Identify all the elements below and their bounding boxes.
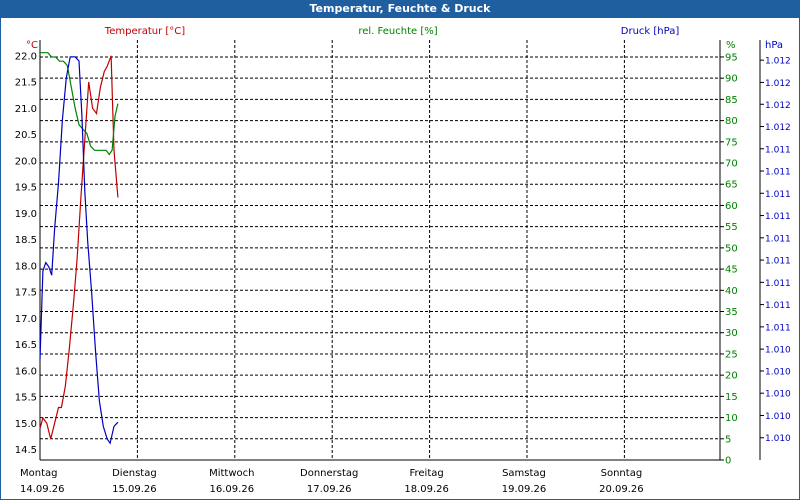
temperature-tick-label: 17.0 bbox=[15, 314, 37, 325]
temperature-tick-label: 18.0 bbox=[15, 261, 37, 272]
x-tick-date: 20.09.26 bbox=[599, 484, 644, 495]
pressure-tick-label: 1.011 bbox=[765, 212, 791, 222]
temperature-tick-label: 18.5 bbox=[15, 235, 37, 246]
x-tick-day: Samstag bbox=[502, 468, 546, 479]
pressure-unit-label: hPa bbox=[765, 40, 783, 51]
humidity-tick-label: 30 bbox=[725, 328, 738, 339]
x-tick-day: Mittwoch bbox=[209, 468, 254, 479]
pressure-tick-label: 1.010 bbox=[765, 346, 791, 356]
pressure-tick-label: 1.011 bbox=[765, 145, 791, 155]
humidity-tick-label: 55 bbox=[725, 222, 738, 233]
temperature-tick-label: 21.0 bbox=[15, 104, 37, 115]
pressure-tick-label: 1.011 bbox=[765, 257, 791, 267]
x-tick-day: Montag bbox=[20, 468, 57, 479]
humidity-tick-label: 85 bbox=[725, 95, 738, 106]
x-tick-day: Sonntag bbox=[601, 468, 643, 479]
temperature-unit-label: °C bbox=[26, 40, 38, 51]
humidity-tick-label: 60 bbox=[725, 201, 738, 212]
temperature-tick-label: 15.0 bbox=[15, 419, 37, 430]
humidity-unit-label: % bbox=[726, 40, 736, 51]
humidity-tick-label: 0 bbox=[725, 456, 731, 467]
humidity-tick-label: 50 bbox=[725, 243, 738, 254]
humidity-tick-label: 35 bbox=[725, 307, 738, 318]
x-tick-day: Donnerstag bbox=[300, 468, 358, 479]
pressure-axis-title: Druck [hPa] bbox=[621, 26, 680, 37]
chart-svg: Temperatur [°C] rel. Feuchte [%] Druck [… bbox=[15, 26, 791, 495]
series-line-pressure bbox=[39, 56, 119, 445]
temperature-tick-label: 22.0 bbox=[15, 51, 37, 62]
pressure-tick-label: 1.011 bbox=[765, 234, 791, 244]
pressure-tick-label: 1.010 bbox=[765, 434, 791, 444]
temperature-tick-label: 20.0 bbox=[15, 156, 37, 167]
temperature-tick-label: 19.0 bbox=[15, 209, 37, 220]
pressure-tick-label: 1.011 bbox=[765, 301, 791, 311]
pressure-tick-label: 1.010 bbox=[765, 390, 791, 400]
temperature-tick-label: 15.5 bbox=[15, 393, 37, 404]
humidity-tick-label: 80 bbox=[725, 116, 738, 127]
humidity-tick-label: 95 bbox=[725, 52, 738, 63]
x-tick-date: 16.09.26 bbox=[210, 484, 255, 495]
humidity-tick-label: 25 bbox=[725, 349, 738, 360]
humidity-tick-label: 10 bbox=[725, 413, 738, 424]
temperature-tick-label: 20.5 bbox=[15, 130, 37, 141]
x-tick-day: Freitag bbox=[409, 468, 443, 479]
humidity-tick-label: 15 bbox=[725, 392, 738, 403]
x-tick-date: 17.09.26 bbox=[307, 484, 352, 495]
temperature-axis-title: Temperatur [°C] bbox=[104, 26, 185, 37]
pressure-tick-label: 1.011 bbox=[765, 190, 791, 200]
temperature-tick-label: 16.5 bbox=[15, 340, 37, 351]
pressure-tick-label: 1.011 bbox=[765, 168, 791, 178]
pressure-tick-label: 1.012 bbox=[765, 57, 791, 67]
humidity-tick-label: 5 bbox=[725, 434, 731, 445]
humidity-tick-label: 70 bbox=[725, 159, 738, 170]
pressure-tick-label: 1.012 bbox=[765, 79, 791, 89]
temperature-tick-label: 17.5 bbox=[15, 288, 37, 299]
axes bbox=[39, 40, 761, 461]
tick-labels: 22.0 21.5 21.0 20.5 20.0 19.5 19.0 18.5 18.0 17.5… bbox=[15, 51, 791, 495]
pressure-tick-label: 1.011 bbox=[765, 323, 791, 333]
humidity-tick-label: 90 bbox=[725, 74, 738, 85]
temperature-tick-label: 14.5 bbox=[15, 445, 37, 456]
pressure-tick-label: 1.012 bbox=[765, 101, 791, 111]
x-tick-date: 18.09.26 bbox=[404, 484, 449, 495]
humidity-tick-label: 45 bbox=[725, 265, 738, 276]
x-tick-date: 15.09.26 bbox=[112, 484, 157, 495]
pressure-tick-label: 1.010 bbox=[765, 367, 791, 377]
x-tick-day: Dienstag bbox=[112, 468, 157, 479]
x-tick-date: 19.09.26 bbox=[502, 484, 547, 495]
humidity-axis-title: rel. Feuchte [%] bbox=[358, 26, 437, 37]
humidity-tick-label: 40 bbox=[725, 286, 738, 297]
pressure-tick-label: 1.011 bbox=[765, 279, 791, 289]
humidity-tick-label: 75 bbox=[725, 137, 738, 148]
pressure-tick-label: 1.010 bbox=[765, 412, 791, 422]
x-tick-date: 14.09.26 bbox=[20, 484, 65, 495]
pressure-tick-label: 1.012 bbox=[765, 123, 791, 133]
temperature-tick-label: 16.0 bbox=[15, 366, 37, 377]
humidity-tick-label: 20 bbox=[725, 371, 738, 382]
temperature-tick-label: 19.5 bbox=[15, 183, 37, 194]
humidity-tick-label: 65 bbox=[725, 180, 738, 191]
temperature-tick-label: 21.5 bbox=[15, 78, 37, 89]
grid bbox=[40, 40, 720, 460]
